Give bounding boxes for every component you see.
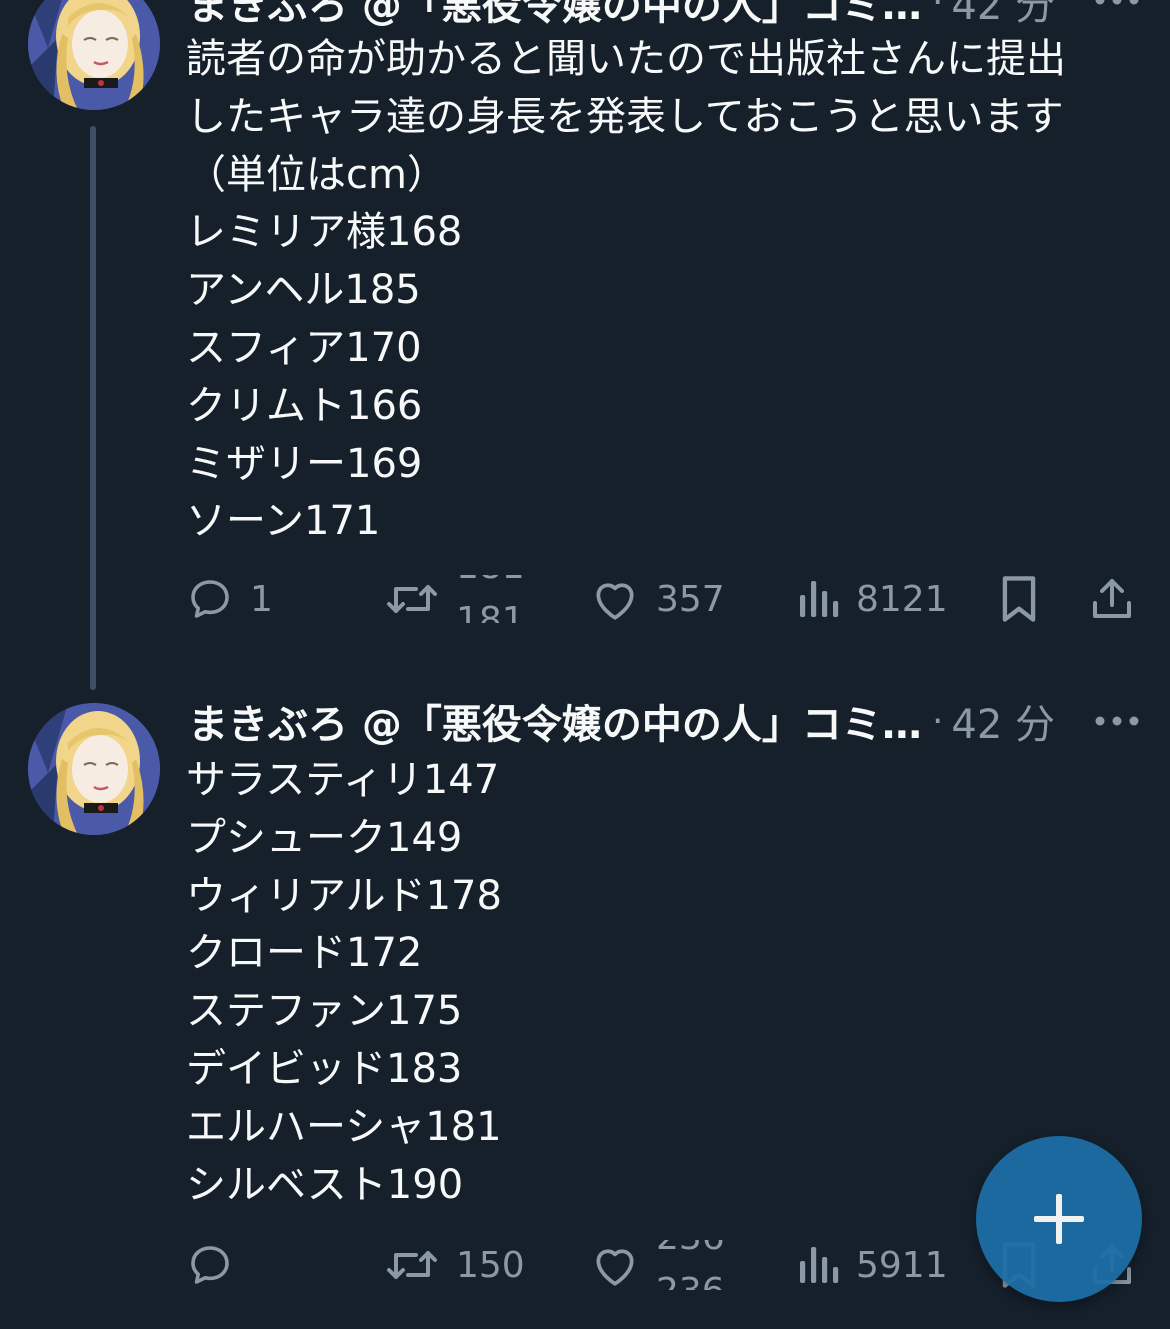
timestamp[interactable]: 42 分 bbox=[951, 692, 1055, 750]
text-line: 読者の命が助かると聞いたので出版社さんに提出 bbox=[186, 36, 1066, 82]
reply-button[interactable] bbox=[186, 1230, 250, 1300]
plus-icon bbox=[1034, 1194, 1084, 1244]
reply-icon bbox=[191, 1246, 229, 1284]
text-line: ソーン171 bbox=[186, 498, 381, 545]
text-line: クリムト166 bbox=[186, 382, 423, 429]
like-count-previous: 236 bbox=[656, 1240, 725, 1258]
text-line: エルハーシャ181 bbox=[186, 1103, 502, 1150]
text-line: プシューク149 bbox=[186, 814, 463, 861]
text-line: （単位はcm） bbox=[186, 151, 447, 198]
reply-count: 1 bbox=[250, 578, 273, 620]
like-button[interactable]: 236 236 bbox=[590, 1230, 746, 1300]
like-count: 236 bbox=[656, 1272, 725, 1291]
retweet-icon bbox=[387, 1251, 437, 1279]
tweet-header: まきぶろ @「悪役令嬢の中の人」コミ… · 42 分 bbox=[188, 691, 1088, 751]
author-name[interactable]: まきぶろ @「悪役令嬢の中の人」コミ… bbox=[188, 692, 922, 750]
retweet-count-previous: 181 bbox=[456, 575, 525, 587]
text-line: ステファン175 bbox=[186, 988, 463, 1035]
views-icon bbox=[800, 1247, 839, 1283]
separator-dot: · bbox=[931, 700, 944, 742]
avatar[interactable] bbox=[28, 0, 160, 110]
bookmark-icon bbox=[1002, 576, 1036, 622]
views-count: 8121 bbox=[856, 578, 948, 620]
text-line: スフィア170 bbox=[186, 324, 422, 371]
views-button[interactable]: 5911 bbox=[796, 1230, 948, 1300]
text-line: レミリア様168 bbox=[186, 209, 463, 256]
retweet-button[interactable]: 181 181 bbox=[384, 564, 546, 634]
timestamp[interactable]: 42 分 bbox=[951, 0, 1055, 31]
text-line: ウィリアルド178 bbox=[186, 872, 502, 919]
text-line: クロード172 bbox=[186, 930, 423, 977]
more-icon[interactable] bbox=[1094, 0, 1140, 10]
views-count: 5911 bbox=[856, 1244, 948, 1286]
text-line: ミザリー169 bbox=[186, 440, 423, 487]
text-line: デイビッド183 bbox=[186, 1045, 463, 1092]
heart-icon bbox=[596, 1249, 634, 1286]
bookmark-button[interactable] bbox=[996, 564, 1042, 634]
share-button[interactable] bbox=[1088, 564, 1136, 634]
text-line: アンヘル185 bbox=[186, 267, 421, 314]
text-line: したキャラ達の身長を発表しておこうと思います bbox=[186, 93, 1064, 140]
tweet-header: まきぶろ @「悪役令嬢の中の人」コミ… · 42 分 bbox=[188, 0, 1088, 32]
retweet-icon bbox=[387, 585, 437, 613]
author-name[interactable]: まきぶろ @「悪役令嬢の中の人」コミ… bbox=[188, 0, 922, 31]
like-button[interactable]: 357 bbox=[590, 564, 725, 634]
share-icon bbox=[1093, 579, 1131, 618]
separator-dot: · bbox=[931, 0, 944, 23]
like-count: 357 bbox=[656, 578, 725, 620]
retweet-count-rolling: 181 181 bbox=[456, 575, 546, 623]
heart-icon bbox=[596, 583, 634, 620]
avatar[interactable] bbox=[28, 703, 160, 835]
tweet-text: サラスティリ147 プシューク149 ウィリアルド178 クロード172 ステフ… bbox=[186, 752, 1146, 1214]
retweet-button[interactable]: 150 bbox=[384, 1230, 525, 1300]
like-count-rolling: 236 236 bbox=[656, 1240, 746, 1290]
reply-icon bbox=[191, 580, 229, 618]
retweet-count: 181 bbox=[456, 600, 525, 624]
text-line: サラスティリ147 bbox=[186, 757, 500, 803]
tweet-text: 読者の命が助かると聞いたので出版社さんに提出 したキャラ達の身長を発表しておこう… bbox=[186, 31, 1146, 551]
tweet-actions: 1 181 181 357 bbox=[0, 564, 1170, 634]
compose-button[interactable] bbox=[976, 1136, 1142, 1302]
avatar-illustration bbox=[28, 703, 160, 835]
reply-button[interactable]: 1 bbox=[186, 564, 273, 634]
retweet-count: 150 bbox=[456, 1244, 525, 1286]
views-icon bbox=[800, 581, 839, 617]
avatar-illustration bbox=[28, 0, 160, 110]
timeline: まきぶろ @「悪役令嬢の中の人」コミ… · 42 分 読者の命が助かると聞いたの… bbox=[0, 0, 1170, 1329]
views-button[interactable]: 8121 bbox=[796, 564, 948, 634]
more-icon[interactable] bbox=[1094, 711, 1140, 731]
